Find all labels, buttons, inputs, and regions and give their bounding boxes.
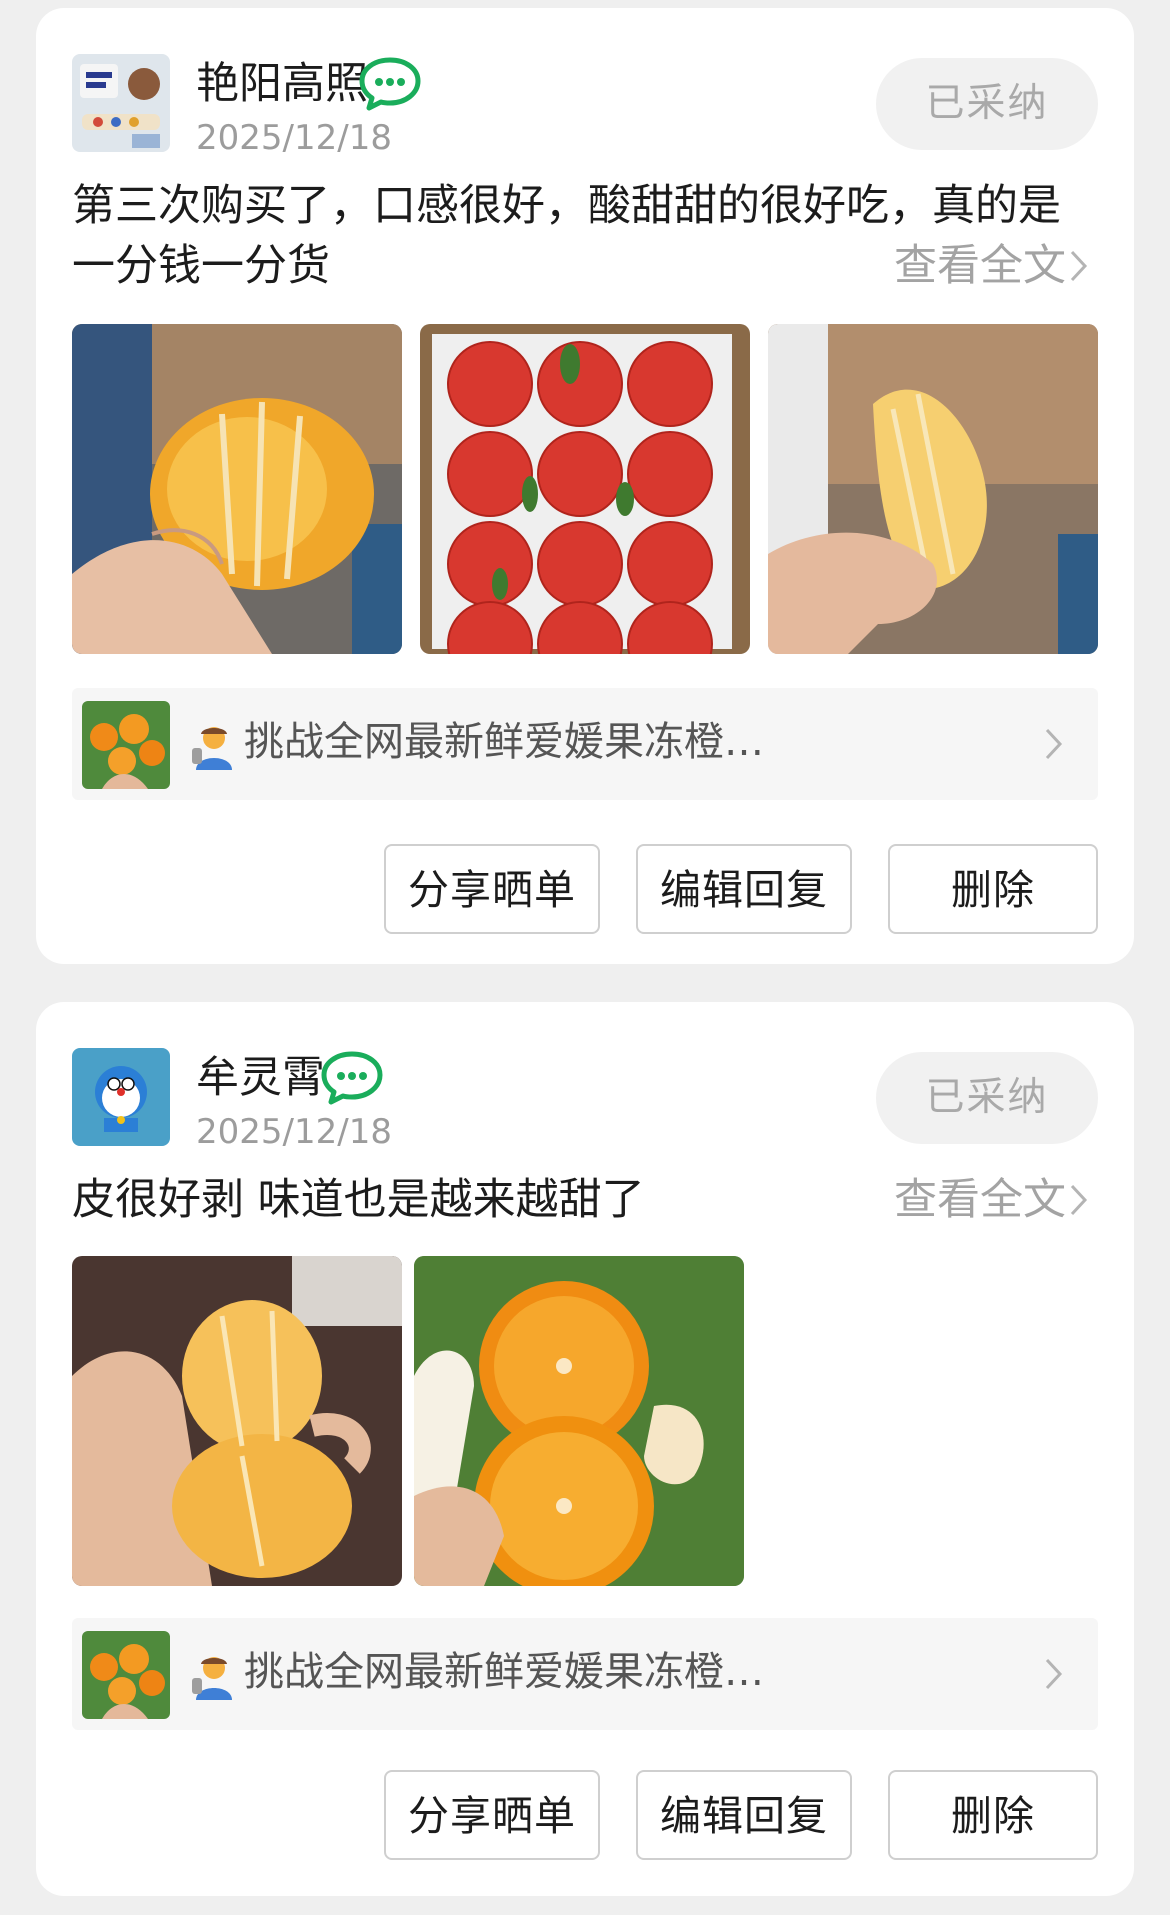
chevron-right-icon xyxy=(1045,728,1063,760)
username: 牟灵霄 xyxy=(196,1053,325,1103)
chevron-right-icon xyxy=(1045,1658,1063,1690)
share-review-button[interactable]: 分享晒单 xyxy=(384,844,600,934)
user-avatar[interactable] xyxy=(72,1048,170,1146)
product-link[interactable]: 挑战全网最新鲜爱媛果冻橙… xyxy=(72,1618,1098,1730)
review-date: 2025/12/18 xyxy=(196,1112,392,1152)
review-date: 2025/12/18 xyxy=(196,118,392,158)
read-more-label: 查看全文 xyxy=(894,241,1066,291)
review-photo[interactable] xyxy=(420,324,750,654)
review-photo[interactable] xyxy=(72,324,402,654)
review-photo[interactable] xyxy=(72,1256,402,1586)
review-card: 艳阳高照 2025/12/18 已采纳 第三次购买了，口感很好，酸甜甜的很好吃，… xyxy=(36,8,1134,964)
farmer-icon xyxy=(192,1657,232,1700)
product-link[interactable]: 挑战全网最新鲜爱媛果冻橙… xyxy=(72,688,1098,800)
chat-bubble-icon[interactable] xyxy=(358,56,422,112)
review-card: 牟灵霄 2025/12/18 已采纳 皮很好剥 味道也是越来越甜了 查看全文 挑… xyxy=(36,1002,1134,1896)
read-more-link[interactable]: 查看全文 xyxy=(894,1170,1090,1230)
read-more-label: 查看全文 xyxy=(894,1175,1066,1225)
review-text: 皮很好剥 味道也是越来越甜了 xyxy=(72,1175,645,1225)
read-more-link[interactable]: 查看全文 xyxy=(894,236,1090,296)
product-name: 挑战全网最新鲜爱媛果冻橙… xyxy=(244,719,764,765)
share-review-button[interactable]: 分享晒单 xyxy=(384,1770,600,1860)
product-thumbnail xyxy=(82,1631,170,1719)
user-avatar[interactable] xyxy=(72,54,170,152)
chat-bubble-icon[interactable] xyxy=(320,1050,384,1106)
product-name: 挑战全网最新鲜爱媛果冻橙… xyxy=(244,1649,764,1695)
adopted-badge[interactable]: 已采纳 xyxy=(876,1052,1098,1144)
farmer-icon xyxy=(192,727,232,770)
chevron-right-icon xyxy=(1070,1184,1088,1216)
delete-button[interactable]: 删除 xyxy=(888,844,1098,934)
adopted-badge[interactable]: 已采纳 xyxy=(876,58,1098,150)
edit-reply-button[interactable]: 编辑回复 xyxy=(636,1770,852,1860)
review-photo[interactable] xyxy=(768,324,1098,654)
username: 艳阳高照 xyxy=(196,59,368,109)
delete-button[interactable]: 删除 xyxy=(888,1770,1098,1860)
edit-reply-button[interactable]: 编辑回复 xyxy=(636,844,852,934)
product-thumbnail xyxy=(82,701,170,789)
review-photo[interactable] xyxy=(414,1256,744,1586)
chevron-right-icon xyxy=(1070,250,1088,282)
